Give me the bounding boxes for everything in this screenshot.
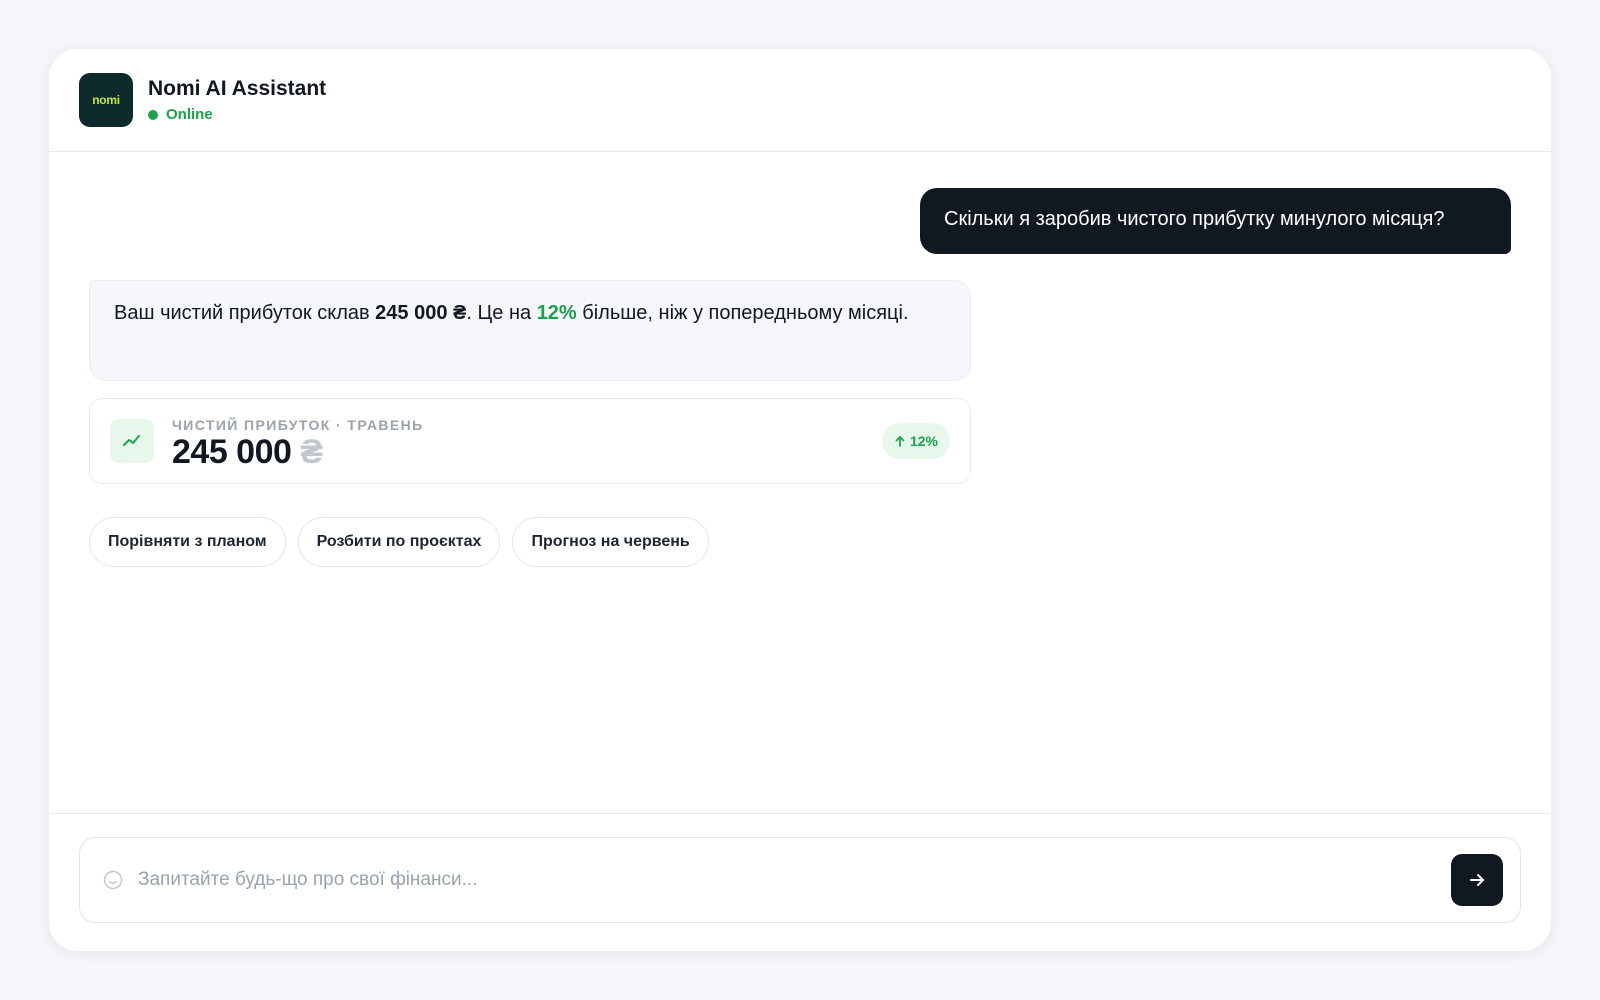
suggestion-chips: Порівняти з планом Розбити по проєктах П… (89, 517, 709, 567)
arrow-right-icon (1470, 874, 1484, 886)
status-dot-icon (148, 109, 158, 120)
profit-stat-card: Чистий прибуток · травень 245 000 ₴ 12% (89, 398, 971, 484)
assistant-message-suffix: більше, ніж у попередньому місяці. (576, 302, 909, 324)
chat-window: nomi Nomi AI Assistant Online Скільки я … (49, 49, 1551, 951)
user-message: Скільки я заробив чистого прибутку минул… (920, 188, 1511, 254)
stat-amount: 245 000 (172, 433, 292, 471)
chat-input[interactable] (138, 864, 1408, 896)
status-text: Online (166, 106, 213, 123)
assistant-message-middle: . Це на (466, 302, 537, 324)
trending-up-icon (110, 419, 154, 463)
stat-value: 245 000 ₴ (172, 433, 323, 472)
assistant-message-amount: 245 000 ₴ (375, 302, 467, 324)
arrow-up-icon (895, 436, 905, 447)
growth-badge-value: 12% (909, 433, 938, 449)
assistant-message-prefix: Ваш чистий прибуток склав (114, 302, 376, 324)
assistant-title: Nomi AI Assistant (148, 77, 327, 100)
smiley-icon[interactable] (103, 870, 123, 890)
suggestion-by-projects[interactable]: Розбити по проєктах (297, 517, 501, 567)
assistant-message: Ваш чистий прибуток склав 245 000 ₴. Це … (89, 280, 971, 381)
suggestion-june-forecast[interactable]: Прогноз на червень (512, 517, 709, 567)
suggestion-compare-plan[interactable]: Порівняти з планом (89, 517, 286, 567)
online-status: Online (148, 106, 213, 123)
nomi-logo: nomi (79, 73, 133, 127)
chat-header: nomi Nomi AI Assistant Online (49, 49, 1551, 152)
composer (79, 837, 1521, 923)
stat-label: Чистий прибуток · травень (172, 417, 424, 433)
assistant-message-percent: 12% (536, 302, 577, 324)
logo-text: nomi (92, 93, 120, 107)
stat-currency: ₴ (300, 433, 323, 471)
composer-area (49, 813, 1551, 951)
send-button[interactable] (1451, 854, 1503, 906)
growth-badge: 12% (881, 423, 950, 459)
